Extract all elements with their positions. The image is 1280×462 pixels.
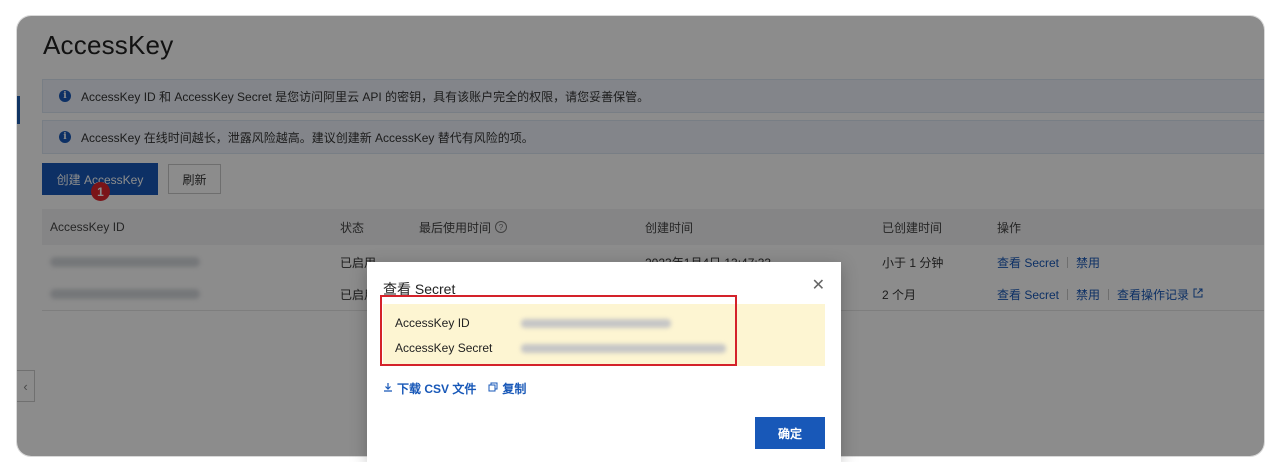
download-icon xyxy=(383,382,393,395)
dialog-actions: 下载 CSV 文件 复制 xyxy=(383,380,538,397)
copy-icon xyxy=(488,382,498,395)
close-icon[interactable]: ✕ xyxy=(812,275,825,295)
copy-link[interactable]: 复制 xyxy=(502,380,526,397)
confirm-button[interactable]: 确定 xyxy=(755,417,825,449)
download-csv-link[interactable]: 下载 CSV 文件 xyxy=(397,380,476,397)
highlight-box xyxy=(380,295,737,366)
view-secret-dialog: 查看 Secret ✕ AccessKey ID AccessKey Secre… xyxy=(367,262,841,462)
